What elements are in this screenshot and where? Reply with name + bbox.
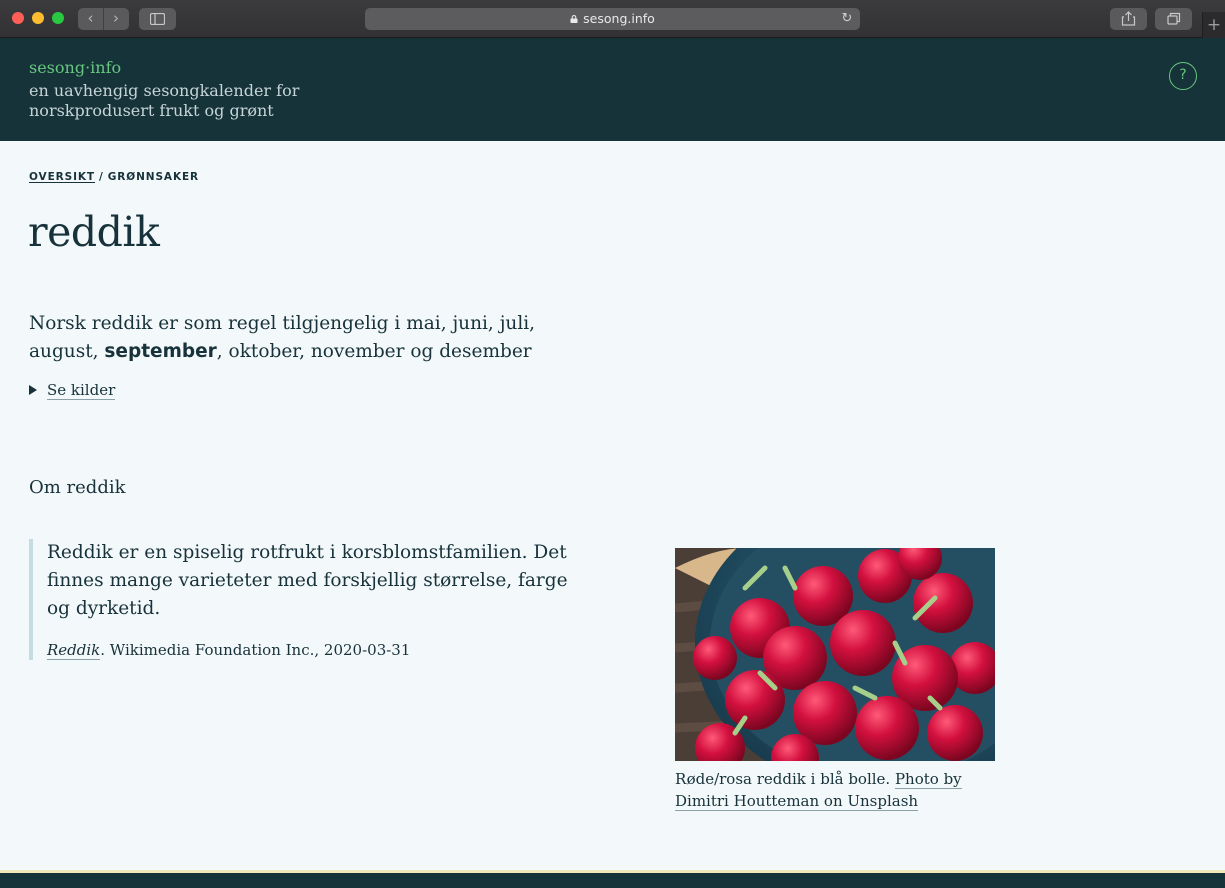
share-button[interactable] bbox=[1110, 8, 1147, 30]
show-tabs-button[interactable] bbox=[1155, 8, 1192, 30]
breadcrumb-separator: / bbox=[99, 171, 104, 183]
citation-details: . Wikimedia Foundation Inc., 2020-03-31 bbox=[100, 641, 411, 659]
quote-text: Reddik er en spiselig rotfrukt i korsblo… bbox=[47, 542, 568, 619]
site-header: sesong·info en uavhengig sesongkalender … bbox=[0, 38, 1225, 141]
window-maximize-button[interactable] bbox=[52, 12, 64, 24]
address-bar[interactable]: sesong.info ↻ bbox=[365, 8, 860, 30]
season-summary: Norsk reddik er som regel tilgjengelig i… bbox=[29, 310, 569, 366]
lock-icon bbox=[570, 15, 578, 23]
citation-source-link[interactable]: Reddik bbox=[47, 641, 101, 660]
tabs-icon bbox=[1167, 12, 1181, 25]
radish-bowl-image bbox=[675, 548, 995, 761]
breadcrumb-category: GRØNNSAKER bbox=[107, 171, 200, 183]
sources-toggle-label: Se kilder bbox=[47, 381, 116, 400]
browser-toolbar: ‹ › sesong.info ↻ + bbox=[0, 0, 1225, 38]
breadcrumb-overview-link[interactable]: OVERSIKT bbox=[29, 171, 95, 183]
photo-caption: Røde/rosa reddik i blå bolle. Photo by D… bbox=[675, 768, 995, 812]
site-logo-link[interactable]: sesong·info bbox=[29, 58, 121, 77]
sidebar-toggle-button[interactable] bbox=[139, 8, 176, 30]
reload-icon[interactable]: ↻ bbox=[840, 11, 854, 27]
help-button[interactable]: ? bbox=[1169, 62, 1197, 90]
back-button[interactable]: ‹ bbox=[78, 8, 103, 30]
season-current-month: september bbox=[104, 341, 217, 362]
window-close-button[interactable] bbox=[12, 12, 24, 24]
site-tagline: en uavhengig sesongkalender for norskpro… bbox=[29, 81, 300, 120]
window-minimize-button[interactable] bbox=[32, 12, 44, 24]
page-title: reddik bbox=[28, 208, 160, 256]
sidebar-icon bbox=[150, 13, 165, 25]
caption-text: Røde/rosa reddik i blå bolle. bbox=[675, 770, 895, 788]
share-icon bbox=[1121, 11, 1136, 26]
about-heading: Om reddik bbox=[29, 477, 126, 498]
sources-toggle[interactable]: Se kilder bbox=[29, 381, 116, 400]
disclosure-triangle-icon bbox=[29, 385, 37, 395]
history-nav: ‹ › bbox=[78, 8, 129, 30]
season-text-outro: , oktober, november og desember bbox=[216, 341, 532, 362]
radish-photo bbox=[675, 548, 995, 761]
description-quote: Reddik er en spiselig rotfrukt i korsblo… bbox=[29, 539, 569, 660]
breadcrumb: OVERSIKT / GRØNNSAKER bbox=[29, 171, 199, 183]
forward-button[interactable]: › bbox=[103, 8, 128, 30]
site-footer bbox=[0, 870, 1225, 888]
quote-citation: Reddik. Wikimedia Foundation Inc., 2020-… bbox=[47, 640, 569, 660]
address-text: sesong.info bbox=[583, 11, 655, 26]
new-tab-button[interactable]: + bbox=[1202, 12, 1225, 38]
